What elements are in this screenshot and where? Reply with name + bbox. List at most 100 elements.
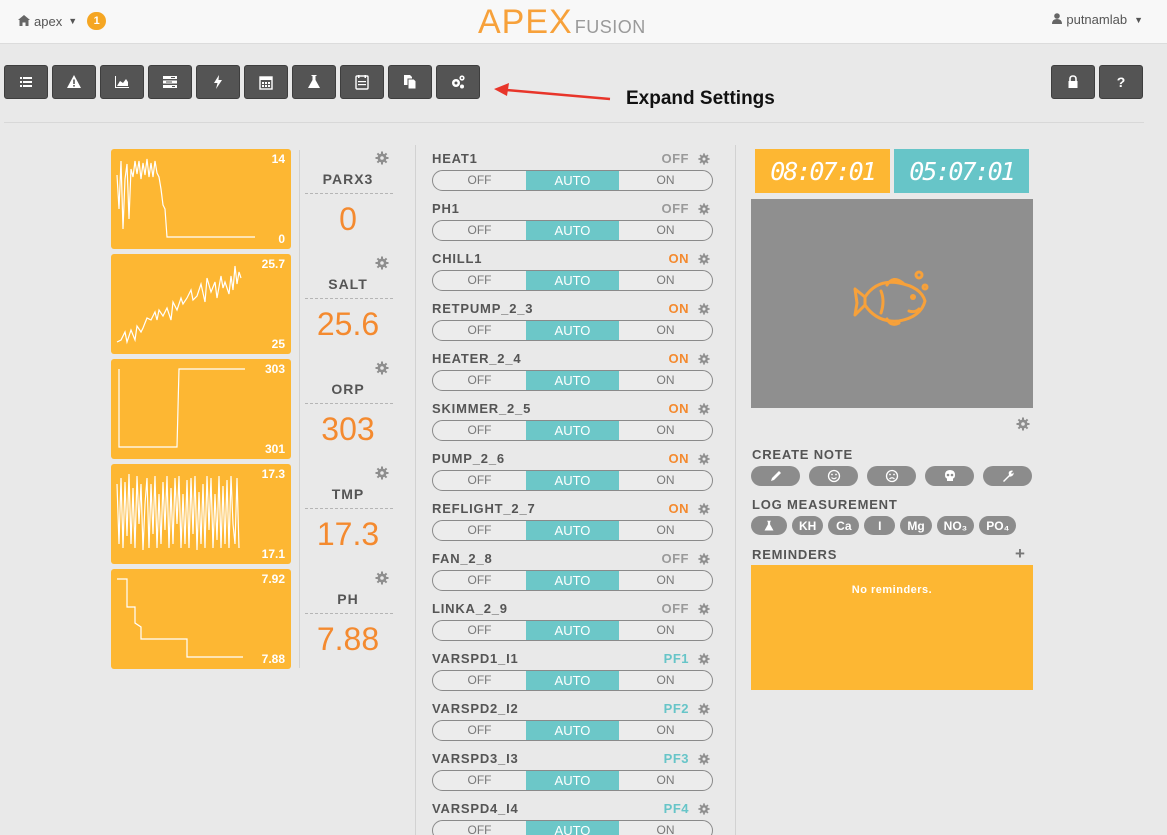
mode-on[interactable]: ON: [619, 421, 712, 440]
mode-on[interactable]: ON: [619, 271, 712, 290]
mode-on[interactable]: ON: [619, 671, 712, 690]
measure-i-button[interactable]: I: [864, 516, 896, 535]
mode-auto[interactable]: AUTO: [526, 371, 619, 390]
gear-icon[interactable]: [375, 256, 389, 270]
add-reminder-button[interactable]: +: [1015, 544, 1025, 564]
mode-off[interactable]: OFF: [433, 321, 526, 340]
mode-auto[interactable]: AUTO: [526, 571, 619, 590]
outlet-mode-switch[interactable]: OFF AUTO ON: [432, 470, 713, 491]
calendar-button[interactable]: [244, 65, 288, 99]
mode-off[interactable]: OFF: [433, 771, 526, 790]
lock-button[interactable]: [1051, 65, 1095, 99]
outlet-mode-switch[interactable]: OFF AUTO ON: [432, 770, 713, 791]
mode-off[interactable]: OFF: [433, 221, 526, 240]
probe-chart-tmp[interactable]: 17.3 17.1: [111, 464, 291, 564]
gear-icon[interactable]: [1016, 417, 1030, 431]
mode-on[interactable]: ON: [619, 471, 712, 490]
notification-badge[interactable]: 1: [87, 12, 107, 30]
gear-icon[interactable]: [698, 752, 710, 770]
gear-icon[interactable]: [375, 151, 389, 165]
mode-auto[interactable]: AUTO: [526, 421, 619, 440]
gear-icon[interactable]: [698, 302, 710, 320]
gear-icon[interactable]: [698, 452, 710, 470]
mode-on[interactable]: ON: [619, 721, 712, 740]
user-menu[interactable]: putnamlab ▼: [1052, 12, 1143, 27]
camera-panel[interactable]: [751, 199, 1033, 408]
mode-auto[interactable]: AUTO: [526, 471, 619, 490]
mode-off[interactable]: OFF: [433, 671, 526, 690]
mode-off[interactable]: OFF: [433, 521, 526, 540]
outlet-mode-switch[interactable]: OFF AUTO ON: [432, 620, 713, 641]
mode-on[interactable]: ON: [619, 171, 712, 190]
tasks-button[interactable]: [148, 65, 192, 99]
measure-po4-button[interactable]: PO₄: [979, 516, 1017, 535]
outlet-mode-switch[interactable]: OFF AUTO ON: [432, 320, 713, 341]
measure-mg-button[interactable]: Mg: [900, 516, 932, 535]
copy-button[interactable]: [388, 65, 432, 99]
expand-settings-button[interactable]: [436, 65, 480, 99]
mode-auto[interactable]: AUTO: [526, 621, 619, 640]
mode-on[interactable]: ON: [619, 221, 712, 240]
note-wrench-button[interactable]: [983, 466, 1032, 486]
gear-icon[interactable]: [375, 361, 389, 375]
gear-icon[interactable]: [698, 802, 710, 820]
gear-icon[interactable]: [698, 502, 710, 520]
outlet-mode-switch[interactable]: OFF AUTO ON: [432, 670, 713, 691]
outlet-mode-switch[interactable]: OFF AUTO ON: [432, 820, 713, 835]
gear-icon[interactable]: [698, 602, 710, 620]
mode-on[interactable]: ON: [619, 521, 712, 540]
mode-auto[interactable]: AUTO: [526, 671, 619, 690]
mode-auto[interactable]: AUTO: [526, 271, 619, 290]
outlet-mode-switch[interactable]: OFF AUTO ON: [432, 420, 713, 441]
gear-icon[interactable]: [698, 152, 710, 170]
mode-auto[interactable]: AUTO: [526, 171, 619, 190]
mode-on[interactable]: ON: [619, 571, 712, 590]
note-pencil-button[interactable]: [751, 466, 800, 486]
mode-auto[interactable]: AUTO: [526, 821, 619, 835]
note-smile-button[interactable]: [809, 466, 858, 486]
mode-off[interactable]: OFF: [433, 171, 526, 190]
probe-chart-parx3[interactable]: 14 0: [111, 149, 291, 249]
graphs-button[interactable]: [100, 65, 144, 99]
outlet-mode-switch[interactable]: OFF AUTO ON: [432, 170, 713, 191]
measure-no3-button[interactable]: NO₃: [936, 516, 975, 535]
measure-kh-button[interactable]: KH: [792, 516, 824, 535]
mode-auto[interactable]: AUTO: [526, 771, 619, 790]
measure-custom-button[interactable]: [751, 516, 787, 535]
mode-on[interactable]: ON: [619, 371, 712, 390]
mode-off[interactable]: OFF: [433, 571, 526, 590]
gear-icon[interactable]: [698, 202, 710, 220]
note-skull-button[interactable]: [925, 466, 974, 486]
mode-auto[interactable]: AUTO: [526, 521, 619, 540]
note-frown-button[interactable]: [867, 466, 916, 486]
gear-icon[interactable]: [698, 352, 710, 370]
mode-off[interactable]: OFF: [433, 371, 526, 390]
list-button[interactable]: [4, 65, 48, 99]
gear-icon[interactable]: [698, 252, 710, 270]
measurements-button[interactable]: [292, 65, 336, 99]
account-menu[interactable]: apex ▼ 1: [18, 12, 107, 30]
schedule-button[interactable]: [340, 65, 384, 99]
outlet-mode-switch[interactable]: OFF AUTO ON: [432, 270, 713, 291]
gear-icon[interactable]: [375, 466, 389, 480]
mode-on[interactable]: ON: [619, 821, 712, 835]
mode-off[interactable]: OFF: [433, 471, 526, 490]
mode-on[interactable]: ON: [619, 771, 712, 790]
gear-icon[interactable]: [698, 552, 710, 570]
mode-off[interactable]: OFF: [433, 271, 526, 290]
measure-ca-button[interactable]: Ca: [828, 516, 860, 535]
mode-auto[interactable]: AUTO: [526, 221, 619, 240]
gear-icon[interactable]: [698, 402, 710, 420]
mode-on[interactable]: ON: [619, 321, 712, 340]
gear-icon[interactable]: [698, 652, 710, 670]
probe-chart-orp[interactable]: 303 301: [111, 359, 291, 459]
mode-off[interactable]: OFF: [433, 721, 526, 740]
alarms-button[interactable]: [52, 65, 96, 99]
mode-off[interactable]: OFF: [433, 821, 526, 835]
outlet-mode-switch[interactable]: OFF AUTO ON: [432, 370, 713, 391]
outlet-mode-switch[interactable]: OFF AUTO ON: [432, 570, 713, 591]
gear-icon[interactable]: [698, 702, 710, 720]
probe-chart-ph[interactable]: 7.92 7.88: [111, 569, 291, 669]
power-button[interactable]: [196, 65, 240, 99]
gear-icon[interactable]: [375, 571, 389, 585]
